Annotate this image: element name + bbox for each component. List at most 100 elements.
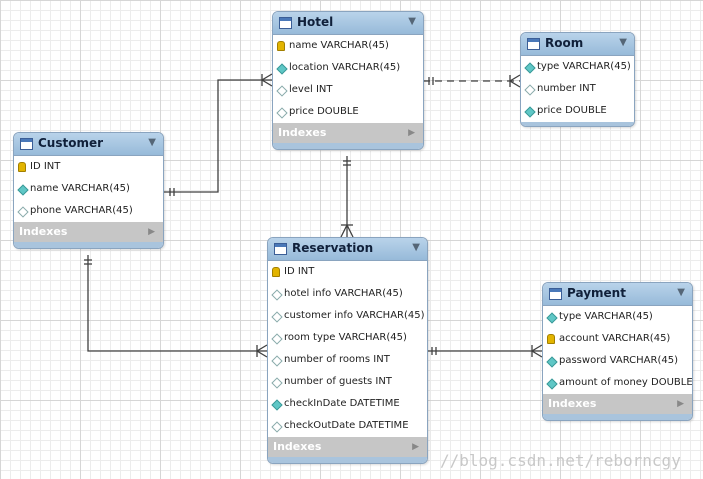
column-label: ID INT — [30, 161, 61, 172]
nullable-column-icon — [271, 377, 283, 389]
nullable-column-icon — [271, 421, 283, 433]
table-footer — [543, 414, 692, 420]
primary-key-icon — [547, 334, 555, 344]
table-icon — [527, 38, 540, 50]
column-row[interactable]: name VARCHAR(45) — [14, 178, 163, 200]
column-row[interactable]: room type VARCHAR(45) — [268, 327, 427, 349]
table-icon — [20, 138, 33, 150]
nullable-column-icon — [271, 311, 283, 323]
column-row[interactable]: price DOUBLE — [273, 101, 423, 123]
column-row[interactable]: phone VARCHAR(45) — [14, 200, 163, 222]
dropdown-arrow-icon[interactable]: ▼ — [619, 37, 627, 48]
column-label: level INT — [289, 84, 333, 95]
column-label: name VARCHAR(45) — [30, 183, 130, 194]
watermark: //blog.csdn.net/reborncgy — [440, 451, 681, 470]
table-icon — [274, 243, 287, 255]
nullable-column-icon — [276, 107, 288, 119]
column-row[interactable]: number of rooms INT — [268, 349, 427, 371]
column-row[interactable]: number of guests INT — [268, 371, 427, 393]
indexes-label: Indexes — [278, 126, 327, 139]
table-payment-header[interactable]: Payment ▼ — [543, 283, 692, 306]
not-null-column-icon — [17, 184, 29, 196]
column-label: type VARCHAR(45) — [559, 311, 653, 322]
column-label: number of guests INT — [284, 376, 392, 387]
column-row[interactable]: password VARCHAR(45) — [543, 350, 692, 372]
column-row[interactable]: location VARCHAR(45) — [273, 57, 423, 79]
table-icon — [279, 17, 292, 29]
table-icon — [549, 288, 562, 300]
column-label: number INT — [537, 83, 596, 94]
table-title: Room — [545, 36, 584, 50]
indexes-section[interactable]: Indexes ▶ — [543, 394, 692, 414]
table-customer-header[interactable]: Customer ▼ — [14, 133, 163, 156]
column-label: price DOUBLE — [537, 105, 607, 116]
table-title: Customer — [38, 136, 104, 150]
column-list: name VARCHAR(45) location VARCHAR(45) le… — [273, 35, 423, 123]
table-room-header[interactable]: Room ▼ — [521, 33, 634, 56]
indexes-label: Indexes — [548, 397, 597, 410]
table-payment[interactable]: Payment ▼ type VARCHAR(45) account VARCH… — [542, 282, 693, 421]
not-null-column-icon — [524, 106, 536, 118]
column-row[interactable]: price DOUBLE — [521, 100, 634, 122]
column-row[interactable]: ID INT — [268, 261, 427, 283]
expand-arrow-icon[interactable]: ▶ — [408, 123, 415, 143]
rel-customer-reservation — [87, 255, 267, 352]
column-row[interactable]: number INT — [521, 78, 634, 100]
rel-customer-hotel — [163, 79, 272, 193]
column-label: customer info VARCHAR(45) — [284, 310, 425, 321]
column-label: checkOutDate DATETIME — [284, 420, 409, 431]
not-null-column-icon — [546, 378, 558, 390]
table-title: Hotel — [297, 15, 334, 29]
table-footer — [14, 242, 163, 248]
table-room[interactable]: Room ▼ type VARCHAR(45) number INT price… — [520, 32, 635, 127]
column-label: phone VARCHAR(45) — [30, 205, 133, 216]
table-reservation-header[interactable]: Reservation ▼ — [268, 238, 427, 261]
column-row[interactable]: type VARCHAR(45) — [521, 56, 634, 78]
column-row[interactable]: type VARCHAR(45) — [543, 306, 692, 328]
column-label: password VARCHAR(45) — [559, 355, 678, 366]
column-list: ID INT name VARCHAR(45) phone VARCHAR(45… — [14, 156, 163, 222]
nullable-column-icon — [271, 355, 283, 367]
expand-arrow-icon[interactable]: ▶ — [412, 437, 419, 457]
column-row[interactable]: amount of money DOUBLE — [543, 372, 692, 394]
dropdown-arrow-icon[interactable]: ▼ — [408, 16, 416, 27]
dropdown-arrow-icon[interactable]: ▼ — [677, 287, 685, 298]
table-footer — [268, 457, 427, 463]
expand-arrow-icon[interactable]: ▶ — [148, 222, 155, 242]
not-null-column-icon — [546, 356, 558, 368]
table-reservation[interactable]: Reservation ▼ ID INT hotel info VARCHAR(… — [267, 237, 428, 464]
not-null-column-icon — [271, 399, 283, 411]
primary-key-icon — [277, 41, 285, 51]
dropdown-arrow-icon[interactable]: ▼ — [412, 242, 420, 253]
expand-arrow-icon[interactable]: ▶ — [677, 394, 684, 414]
column-label: number of rooms INT — [284, 354, 390, 365]
indexes-section[interactable]: Indexes ▶ — [268, 437, 427, 457]
column-row[interactable]: checkOutDate DATETIME — [268, 415, 427, 437]
table-footer — [521, 122, 634, 126]
column-row[interactable]: account VARCHAR(45) — [543, 328, 692, 350]
column-label: hotel info VARCHAR(45) — [284, 288, 403, 299]
primary-key-icon — [272, 267, 280, 277]
dropdown-arrow-icon[interactable]: ▼ — [148, 137, 156, 148]
nullable-column-icon — [271, 333, 283, 345]
table-hotel[interactable]: Hotel ▼ name VARCHAR(45) location VARCHA… — [272, 11, 424, 150]
nullable-column-icon — [271, 289, 283, 301]
not-null-column-icon — [524, 62, 536, 74]
column-list: type VARCHAR(45) account VARCHAR(45) pas… — [543, 306, 692, 394]
indexes-label: Indexes — [19, 225, 68, 238]
column-row[interactable]: customer info VARCHAR(45) — [268, 305, 427, 327]
column-label: type VARCHAR(45) — [537, 61, 631, 72]
column-row[interactable]: hotel info VARCHAR(45) — [268, 283, 427, 305]
column-row[interactable]: level INT — [273, 79, 423, 101]
column-label: room type VARCHAR(45) — [284, 332, 407, 343]
column-row[interactable]: checkInDate DATETIME — [268, 393, 427, 415]
table-customer[interactable]: Customer ▼ ID INT name VARCHAR(45) phone… — [13, 132, 164, 249]
indexes-section[interactable]: Indexes ▶ — [14, 222, 163, 242]
column-row[interactable]: ID INT — [14, 156, 163, 178]
indexes-section[interactable]: Indexes ▶ — [273, 123, 423, 143]
table-hotel-header[interactable]: Hotel ▼ — [273, 12, 423, 35]
column-row[interactable]: name VARCHAR(45) — [273, 35, 423, 57]
not-null-column-icon — [546, 312, 558, 324]
not-null-column-icon — [276, 63, 288, 75]
nullable-column-icon — [276, 85, 288, 97]
